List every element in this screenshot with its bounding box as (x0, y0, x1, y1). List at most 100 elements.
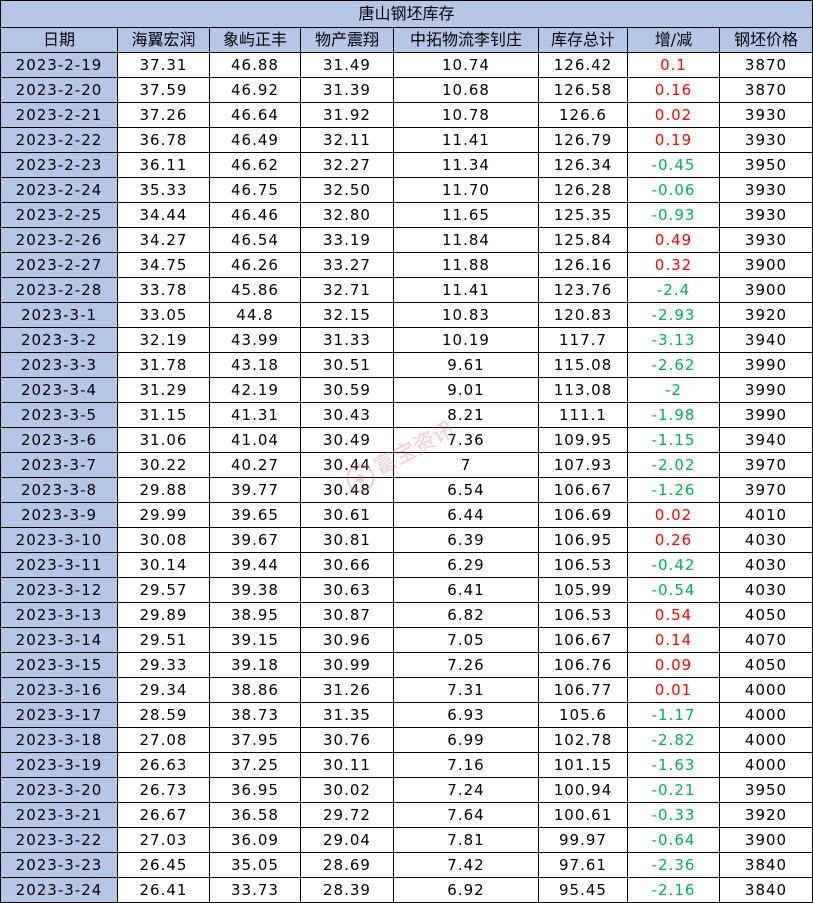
table-row: 2023-3-14 29.51 39.15 30.96 7.05 106.67 0.14 40… (0, 627, 813, 653)
cell-date: 2023-2-19 (0, 52, 118, 78)
cell-date: 2023-2-22 (0, 127, 118, 153)
table-row: 2023-2-19 37.31 46.88 31.49 10.74 126.42 0.1 38… (0, 52, 813, 78)
cell-wuchan-zhenxiang: 31.26 (300, 677, 394, 703)
cell-total-inventory: 126.34 (538, 152, 628, 178)
header-wuchan-zhenxiang: 物产震翔 (300, 27, 394, 53)
header-billet-price: 钢坯价格 (718, 27, 813, 53)
cell-total-inventory: 100.94 (538, 777, 628, 803)
cell-xiangyu-zhengfeng: 41.04 (209, 427, 301, 453)
cell-total-inventory: 106.77 (538, 677, 628, 703)
cell-date: 2023-3-16 (0, 677, 118, 703)
cell-total-inventory: 126.28 (538, 177, 628, 203)
cell-xiangyu-zhengfeng: 46.54 (209, 227, 301, 253)
cell-billet-price: 3970 (718, 477, 813, 503)
cell-xiangyu-zhengfeng: 41.31 (209, 402, 301, 428)
cell-total-inventory: 106.53 (538, 602, 628, 628)
cell-zhongtuo-logistics: 10.68 (393, 77, 539, 103)
cell-date: 2023-3-5 (0, 402, 118, 428)
cell-change: -2.02 (627, 452, 720, 478)
cell-date: 2023-2-21 (0, 102, 118, 128)
cell-total-inventory: 97.61 (538, 852, 628, 878)
cell-change: -2.16 (627, 877, 720, 903)
cell-zhongtuo-logistics: 11.88 (393, 252, 539, 278)
cell-wuchan-zhenxiang: 31.35 (300, 702, 394, 728)
cell-wuchan-zhenxiang: 30.11 (300, 752, 394, 778)
cell-billet-price: 4070 (718, 627, 813, 653)
cell-date: 2023-3-8 (0, 477, 118, 503)
cell-haiyi-hongrun: 31.15 (117, 402, 210, 428)
cell-date: 2023-3-18 (0, 727, 118, 753)
cell-billet-price: 3900 (718, 277, 813, 303)
cell-total-inventory: 106.76 (538, 652, 628, 678)
cell-wuchan-zhenxiang: 30.76 (300, 727, 394, 753)
cell-haiyi-hongrun: 26.63 (117, 752, 210, 778)
cell-zhongtuo-logistics: 8.21 (393, 402, 539, 428)
cell-change: 0.19 (627, 127, 720, 153)
table-row: 2023-3-2 32.19 43.99 31.33 10.19 117.7 -3.13 39… (0, 327, 813, 353)
cell-change: -1.63 (627, 752, 720, 778)
cell-change: -1.15 (627, 427, 720, 453)
cell-haiyi-hongrun: 37.59 (117, 77, 210, 103)
cell-haiyi-hongrun: 27.08 (117, 727, 210, 753)
cell-date: 2023-3-17 (0, 702, 118, 728)
cell-change: -2.4 (627, 277, 720, 303)
cell-billet-price: 3900 (718, 252, 813, 278)
table-row: 2023-3-7 30.22 40.27 30.44 7 107.93 -2.02 3970 (0, 452, 813, 478)
table-row: 2023-3-23 26.45 35.05 28.69 7.42 97.61 -2.36 38… (0, 852, 813, 878)
cell-wuchan-zhenxiang: 30.44 (300, 452, 394, 478)
cell-billet-price: 4000 (718, 677, 813, 703)
table-row: 2023-3-6 31.06 41.04 30.49 7.36 109.95 -1.15 39… (0, 427, 813, 453)
cell-date: 2023-3-7 (0, 452, 118, 478)
cell-date: 2023-3-23 (0, 852, 118, 878)
title-row: 唐山钢坯库存 (0, 0, 813, 28)
table-row: 2023-3-21 26.67 36.58 29.72 7.64 100.61 -0.33 3… (0, 802, 813, 828)
cell-wuchan-zhenxiang: 30.59 (300, 377, 394, 403)
cell-wuchan-zhenxiang: 30.96 (300, 627, 394, 653)
cell-billet-price: 3930 (718, 127, 813, 153)
cell-total-inventory: 99.97 (538, 827, 628, 853)
cell-total-inventory: 115.08 (538, 352, 628, 378)
cell-zhongtuo-logistics: 6.39 (393, 527, 539, 553)
table-row: 2023-2-23 36.11 46.62 32.27 11.34 126.34 -0.45… (0, 152, 813, 178)
cell-zhongtuo-logistics: 7.36 (393, 427, 539, 453)
cell-haiyi-hongrun: 26.67 (117, 802, 210, 828)
cell-billet-price: 3930 (718, 202, 813, 228)
cell-wuchan-zhenxiang: 32.50 (300, 177, 394, 203)
cell-zhongtuo-logistics: 7.24 (393, 777, 539, 803)
table-row: 2023-3-17 28.59 38.73 31.35 6.93 105.6 -1.17 40… (0, 702, 813, 728)
cell-change: -0.54 (627, 577, 720, 603)
cell-change: 0.14 (627, 627, 720, 653)
cell-haiyi-hongrun: 36.11 (117, 152, 210, 178)
cell-total-inventory: 106.67 (538, 477, 628, 503)
cell-haiyi-hongrun: 31.29 (117, 377, 210, 403)
cell-date: 2023-3-22 (0, 827, 118, 853)
cell-date: 2023-3-13 (0, 602, 118, 628)
table-row: 2023-3-5 31.15 41.31 30.43 8.21 111.1 -1.98 399… (0, 402, 813, 428)
cell-change: -2.62 (627, 352, 720, 378)
cell-xiangyu-zhengfeng: 42.19 (209, 377, 301, 403)
cell-zhongtuo-logistics: 9.61 (393, 352, 539, 378)
cell-haiyi-hongrun: 34.44 (117, 202, 210, 228)
cell-change: 0.49 (627, 227, 720, 253)
cell-change: -0.93 (627, 202, 720, 228)
table-row: 2023-3-9 29.99 39.65 30.61 6.44 106.69 0.02 401… (0, 502, 813, 528)
cell-wuchan-zhenxiang: 33.27 (300, 252, 394, 278)
cell-billet-price: 3940 (718, 427, 813, 453)
cell-haiyi-hongrun: 37.26 (117, 102, 210, 128)
cell-total-inventory: 125.35 (538, 202, 628, 228)
cell-total-inventory: 117.7 (538, 327, 628, 353)
cell-total-inventory: 126.42 (538, 52, 628, 78)
cell-billet-price: 3930 (718, 177, 813, 203)
cell-total-inventory: 106.95 (538, 527, 628, 553)
cell-billet-price: 3990 (718, 402, 813, 428)
cell-zhongtuo-logistics: 7.16 (393, 752, 539, 778)
cell-total-inventory: 106.53 (538, 552, 628, 578)
cell-total-inventory: 100.61 (538, 802, 628, 828)
cell-date: 2023-2-28 (0, 277, 118, 303)
cell-xiangyu-zhengfeng: 39.65 (209, 502, 301, 528)
cell-date: 2023-2-26 (0, 227, 118, 253)
cell-total-inventory: 126.58 (538, 77, 628, 103)
cell-haiyi-hongrun: 30.14 (117, 552, 210, 578)
cell-xiangyu-zhengfeng: 46.75 (209, 177, 301, 203)
cell-xiangyu-zhengfeng: 38.86 (209, 677, 301, 703)
